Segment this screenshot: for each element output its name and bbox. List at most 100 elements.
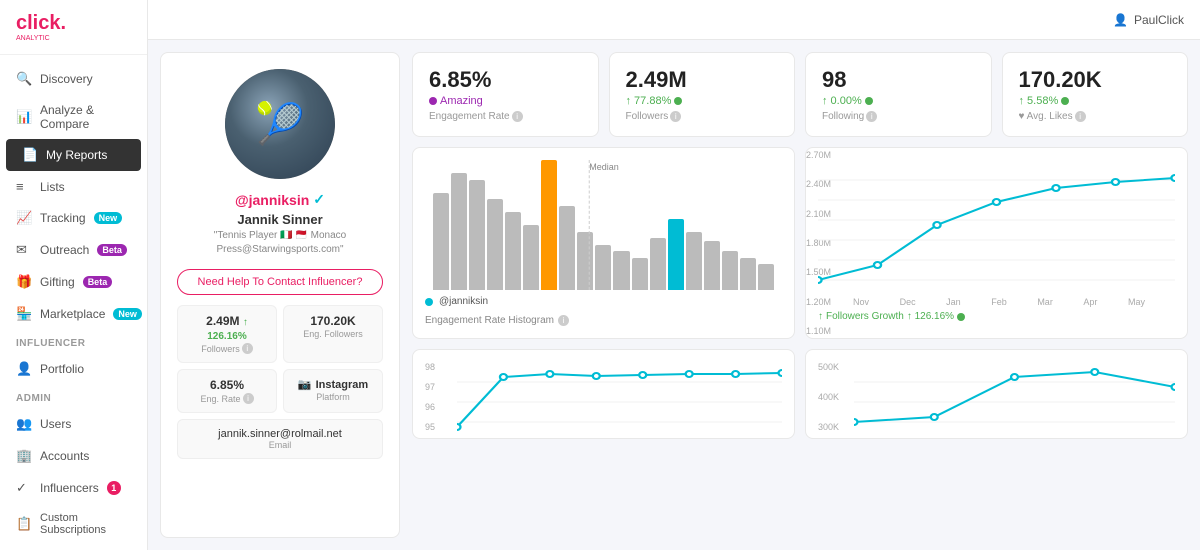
profile-username: @janniksin ✓: [235, 191, 325, 208]
users-icon: 👥: [16, 416, 32, 432]
hist-bar: [722, 251, 738, 290]
hist-bar: [505, 212, 521, 290]
growth-pct: ↑ 126.16%: [907, 311, 954, 322]
eng-rate-label: Eng. Rate i: [186, 393, 268, 404]
eng-rate-value: 6.85%: [186, 378, 268, 392]
contact-button[interactable]: Need Help To Contact Influencer?: [177, 269, 383, 295]
histogram-info: i: [558, 315, 569, 326]
hist-bar: [433, 193, 449, 291]
sidebar-item-label: Gifting: [40, 275, 75, 289]
followers-growth-card: 2.70M 2.40M 2.10M 1.80M 1.50M 1.20M 1.10…: [805, 147, 1188, 339]
hist-bar: [668, 219, 684, 291]
sidebar-item-label: Discovery: [40, 72, 93, 86]
info-icon2: i: [243, 393, 254, 404]
logo-sub: ANALYTIC: [16, 35, 66, 42]
sidebar-item-label: Custom Subscriptions: [40, 512, 131, 536]
sidebar-item-label: Accounts: [40, 449, 89, 463]
sidebar-item-analyze[interactable]: 📊 Analyze & Compare: [0, 95, 147, 139]
user-icon: 👤: [1113, 13, 1128, 27]
following-card-label: Following i: [822, 111, 975, 122]
sidebar-item-tracking[interactable]: 📈 Tracking New: [0, 202, 147, 234]
sidebar-item-accounts[interactable]: 🏢 Accounts: [0, 440, 147, 472]
hist-bar: [758, 264, 774, 290]
sidebar-item-lists[interactable]: ≡ Lists: [0, 171, 147, 202]
sidebar-item-marketplace[interactable]: 🏪 Marketplace New: [0, 298, 147, 330]
engagement-rate-sub: Amazing: [429, 95, 582, 107]
hist-bar: [541, 160, 557, 290]
growth-svg: [818, 160, 1175, 290]
influencer-section-label: INFLUENCER: [0, 330, 147, 353]
bottom-left-inner: 98 97 96 95: [425, 362, 782, 432]
sidebar-item-portfolio[interactable]: 👤 Portfolio: [0, 353, 147, 385]
bottom-right-chart-area: [854, 362, 1175, 432]
hist-bar: [650, 238, 666, 290]
sidebar-item-reports[interactable]: 📄 My Reports: [6, 139, 141, 171]
person-icon: 👤: [16, 361, 32, 377]
username: PaulClick: [1134, 13, 1184, 27]
mail-icon: ✉: [16, 242, 32, 258]
sidebar-item-label: Outreach: [40, 243, 89, 257]
bottom-left-chart: 98 97 96 95: [412, 349, 795, 439]
followers-label: Followers i: [186, 343, 268, 354]
followers-card-value: 2.49M: [626, 67, 779, 93]
hist-bar: [487, 199, 503, 290]
num-badge: 1: [107, 481, 121, 495]
info-icon5: i: [866, 111, 877, 122]
bottom-left-y-labels: 98 97 96 95: [425, 362, 453, 432]
eng-followers-value: 170.20K: [292, 314, 374, 328]
accounts-icon: 🏢: [16, 448, 32, 464]
list-icon: ≡: [16, 179, 32, 194]
sidebar-item-label: Portfolio: [40, 362, 84, 376]
sidebar-item-outreach[interactable]: ✉ Outreach Beta: [0, 234, 147, 266]
report-icon: 📄: [22, 147, 38, 163]
sidebar-item-label: Lists: [40, 180, 65, 194]
new-badge: New: [94, 212, 123, 224]
check-icon: ✓: [16, 480, 32, 496]
email-text: jannik.sinner@rolmail.net: [186, 428, 374, 440]
sidebar: click. ANALYTIC 🔍 Discovery 📊 Analyze & …: [0, 0, 148, 550]
bottom-charts: 98 97 96 95: [412, 349, 1188, 439]
beta-badge: Beta: [97, 244, 127, 256]
hist-bar: [686, 232, 702, 291]
content-area: @janniksin ✓ Jannik Sinner "Tennis Playe…: [148, 40, 1200, 550]
bottom-left-svg: [457, 362, 782, 432]
metrics-row: 6.85% Amazing Engagement Rate i 2.49M ↑ …: [412, 52, 1188, 137]
legend-dot: [425, 298, 433, 306]
user-menu[interactable]: 👤 PaulClick: [1113, 13, 1184, 27]
avg-likes-sub: ↑ 5.58%: [1019, 95, 1172, 107]
sidebar-item-users[interactable]: 👥 Users: [0, 408, 147, 440]
engagement-rate-card: 6.85% Amazing Engagement Rate i: [412, 52, 599, 137]
sidebar-item-gifting[interactable]: 🎁 Gifting Beta: [0, 266, 147, 298]
green-dot2: [865, 97, 873, 105]
sidebar-item-label: Tracking: [40, 211, 86, 225]
sidebar-item-influencers[interactable]: ✓ Influencers 1: [0, 472, 147, 504]
following-card-sub: ↑ 0.00%: [822, 95, 975, 107]
bottom-right-y-labels: 500K 400K 300K: [818, 362, 850, 432]
sidebar-item-subscriptions[interactable]: 📋 Custom Subscriptions: [0, 504, 147, 544]
store-icon: 🏪: [16, 306, 32, 322]
profile-panel: @janniksin ✓ Jannik Sinner "Tennis Playe…: [160, 52, 400, 538]
admin-section-label: ADMIN: [0, 385, 147, 408]
tracking-icon: 📈: [16, 210, 32, 226]
followers-card-sub: ↑ 77.88%: [626, 95, 779, 107]
avg-likes-card: 170.20K ↑ 5.58% ♥ Avg. Likes i: [1002, 52, 1189, 137]
engagement-rate-label: Engagement Rate i: [429, 111, 582, 122]
sidebar-item-label: Users: [40, 417, 71, 431]
sub-icon: 📋: [16, 516, 32, 532]
followers-value: 2.49M ↑ 126.16%: [186, 314, 268, 342]
main-content: 👤 PaulClick @janniksin ✓ Jannik Sinner "…: [148, 0, 1200, 550]
verified-icon: ✓: [313, 191, 325, 208]
hist-bar: [559, 206, 575, 291]
sidebar-item-discovery[interactable]: 🔍 Discovery: [0, 63, 147, 95]
avatar-image: [225, 69, 335, 179]
green-dot: [674, 97, 682, 105]
charts-row: Median @janniksin Engagement Rate Histog…: [412, 147, 1188, 339]
histogram-title: Engagement Rate Histogram i: [425, 315, 782, 326]
sidebar-item-label: Analyze & Compare: [40, 103, 131, 131]
hist-bar: [451, 173, 467, 290]
sidebar-item-label: My Reports: [46, 148, 107, 162]
bottom-left-chart-area: [457, 362, 782, 432]
search-icon: 🔍: [16, 71, 32, 87]
platform-value: 📷 Instagram: [292, 378, 374, 391]
bottom-right-svg: [854, 362, 1175, 432]
